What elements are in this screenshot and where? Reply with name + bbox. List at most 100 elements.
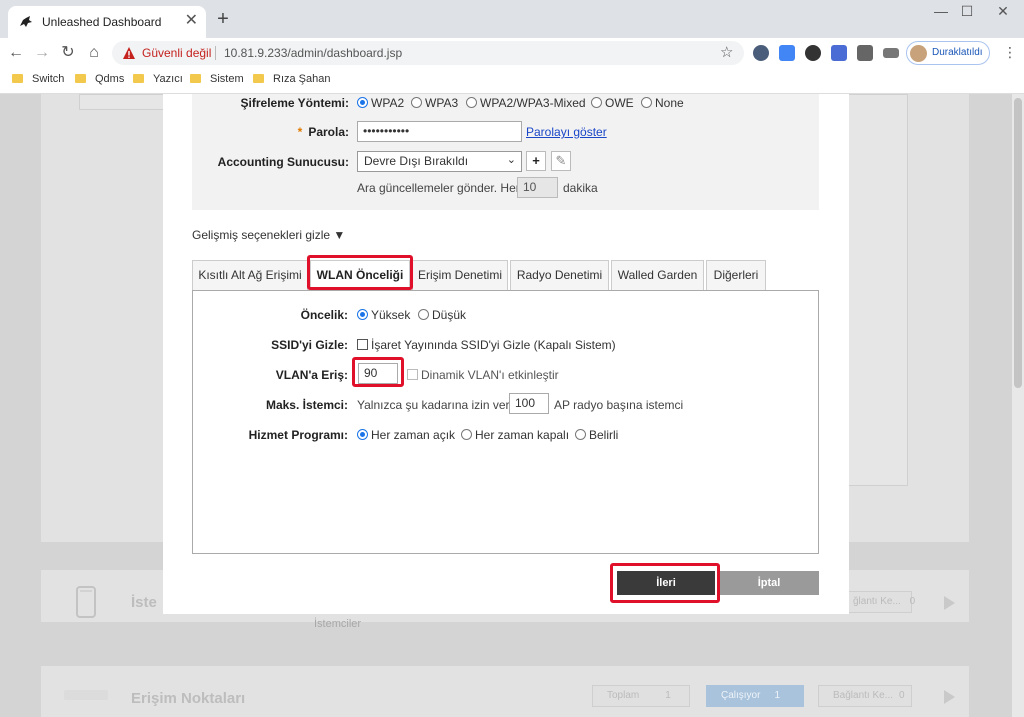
bookmark-riza-sahan[interactable]: Rıza Şahan [253, 73, 330, 85]
encryption-wpa2-radio[interactable]: WPA2 [357, 96, 404, 110]
play-icon[interactable] [944, 596, 955, 610]
radio-icon [418, 309, 429, 320]
max-clients-prefix: Yalnızca şu kadarına izin ver [357, 398, 510, 412]
encryption-label: Şifreleme Yöntemi: [240, 96, 349, 110]
highlight-next-box [610, 563, 720, 603]
highlight-tab-box [307, 255, 413, 290]
priority-label: Öncelik: [300, 308, 348, 322]
highlight-vlan-box [352, 357, 404, 387]
bookmark-star-icon[interactable]: ☆ [720, 43, 733, 61]
url-text[interactable]: 10.81.9.233/admin/dashboard.jsp [224, 46, 402, 60]
tab-others[interactable]: Diğerleri [706, 260, 766, 290]
page-scrollbar[interactable] [1012, 94, 1024, 717]
background-card [79, 94, 165, 110]
back-icon[interactable]: ← [6, 43, 26, 63]
chevron-down-icon: ⌄ [506, 154, 516, 166]
clients-connected-button[interactable]: ğlantı Ke... 0 [838, 591, 915, 613]
schedule-label: Hizmet Programı: [248, 428, 348, 442]
bookmark-qdms[interactable]: Qdms [75, 73, 124, 85]
schedule-specific-radio[interactable]: Belirli [575, 428, 618, 442]
wlan-edit-dialog: Şifreleme Yöntemi: WPA2 WPA3 WPA2/WPA3-M… [163, 94, 849, 614]
max-clients-suffix: AP radyo başına istemci [554, 398, 684, 412]
forward-icon[interactable]: → [32, 43, 52, 63]
background-card-right [848, 94, 908, 486]
schedule-always-on-radio[interactable]: Her zaman açık [357, 428, 455, 442]
close-window-button[interactable]: ✕ [988, 2, 1018, 22]
bookmark-switch[interactable]: Switch [12, 73, 64, 85]
reading-list-icon[interactable] [883, 48, 899, 58]
password-field[interactable]: ••••••••••• [357, 121, 522, 142]
new-tab-button[interactable]: + [213, 9, 233, 30]
address-bar[interactable]: Güvenli değil 10.81.9.233/admin/dashboar… [112, 41, 744, 65]
show-password-link[interactable]: Parolayı göster [526, 125, 607, 139]
wlan-priority-panel: Öncelik: Yüksek Düşük SSID'yi Gizle: İşa… [192, 290, 819, 554]
clients-title: İste [131, 594, 157, 611]
interim-update-field[interactable]: 10 [517, 177, 558, 198]
scrollbar-thumb[interactable] [1014, 98, 1022, 388]
ap-running-button[interactable]: Çalışıyor 1 [706, 685, 804, 707]
password-label: * Parola: [297, 125, 349, 139]
max-clients-label: Maks. İstemci: [265, 398, 348, 412]
puzzle-icon[interactable] [857, 45, 873, 61]
add-server-button[interactable]: + [526, 151, 546, 171]
browser-menu-icon[interactable]: ⋮ [1003, 44, 1017, 61]
advanced-options-toggle[interactable]: Gelişmiş seçenekleri gizle ▼ [192, 228, 345, 242]
tab-title: Unleashed Dashboard [42, 15, 162, 29]
encryption-mixed-radio[interactable]: WPA2/WPA3-Mixed [466, 96, 586, 110]
reload-icon[interactable]: ↻ [58, 43, 78, 63]
max-clients-field[interactable]: 100 [509, 393, 549, 414]
profile-button[interactable]: Duraklatıldı [906, 41, 990, 65]
folder-icon [253, 74, 264, 83]
checkbox-icon [357, 339, 368, 350]
tab-walled-garden[interactable]: Walled Garden [611, 260, 704, 290]
extension-d-icon[interactable] [831, 45, 847, 61]
extension-icon[interactable] [753, 45, 769, 61]
folder-icon [133, 74, 144, 83]
radio-selected-icon [357, 429, 368, 440]
bookmark-yazici[interactable]: Yazıcı [133, 73, 183, 85]
phone-icon [76, 586, 96, 618]
schedule-always-off-radio[interactable]: Her zaman kapalı [461, 428, 569, 442]
translate-icon[interactable] [779, 45, 795, 61]
priority-high-radio[interactable]: Yüksek [357, 308, 410, 322]
profile-label: Duraklatıldı [932, 47, 983, 58]
tab-radio-control[interactable]: Radyo Denetimi [510, 260, 609, 290]
browser-tab[interactable]: Unleashed Dashboard ✕ [8, 6, 206, 38]
hide-ssid-checkbox[interactable]: İşaret Yayınında SSID'yi Gizle (Kapalı S… [357, 338, 616, 352]
download-icon[interactable] [805, 45, 821, 61]
bookmark-sistem[interactable]: Sistem [190, 73, 244, 85]
dashboard-page: İste İstemciler ğlantı Ke... 0 Erişim No… [0, 94, 1024, 717]
folder-icon [75, 74, 86, 83]
ap-connected-button[interactable]: Bağlantı Ke... 0 [818, 685, 912, 707]
edit-server-button[interactable]: ✎ [551, 151, 571, 171]
folder-icon [12, 74, 23, 83]
interim-update-prefix: Ara güncellemeler gönder. Her [357, 181, 520, 195]
avatar [910, 45, 927, 62]
bookmarks-bar: Switch Qdms Yazıcı Sistem Rıza Şahan [0, 68, 1024, 94]
accounting-server-select[interactable]: Devre Dışı Bırakıldı ⌄ [357, 151, 522, 172]
tab-restricted-subnet[interactable]: Kısıtlı Alt Ağ Erişimi [192, 260, 308, 290]
cancel-button[interactable]: İptal [719, 571, 819, 595]
clients-subtitle: İstemciler [314, 618, 362, 630]
home-icon[interactable]: ⌂ [84, 43, 104, 63]
maximize-button[interactable]: ☐ [952, 2, 982, 22]
priority-low-radio[interactable]: Düşük [418, 308, 466, 322]
radio-selected-icon [357, 97, 368, 108]
play-icon[interactable] [944, 690, 955, 704]
tab-access-control[interactable]: Erişim Denetimi [412, 260, 508, 290]
dynamic-vlan-checkbox[interactable]: Dinamik VLAN'ı etkinleştir [407, 368, 559, 382]
encryption-none-radio[interactable]: None [641, 96, 684, 110]
ap-total-button[interactable]: Toplam 1 [592, 685, 690, 707]
encryption-wpa3-radio[interactable]: WPA3 [411, 96, 458, 110]
radio-icon [591, 97, 602, 108]
vlan-label: VLAN'a Eriş: [275, 368, 348, 382]
encryption-owe-radio[interactable]: OWE [591, 96, 634, 110]
radio-icon [641, 97, 652, 108]
folder-icon [190, 74, 201, 83]
radio-icon [466, 97, 477, 108]
radio-icon [411, 97, 422, 108]
radio-icon [461, 429, 472, 440]
tab-close-icon[interactable]: ✕ [185, 12, 198, 30]
url-divider [215, 46, 216, 60]
security-label[interactable]: Güvenli değil [142, 46, 211, 60]
